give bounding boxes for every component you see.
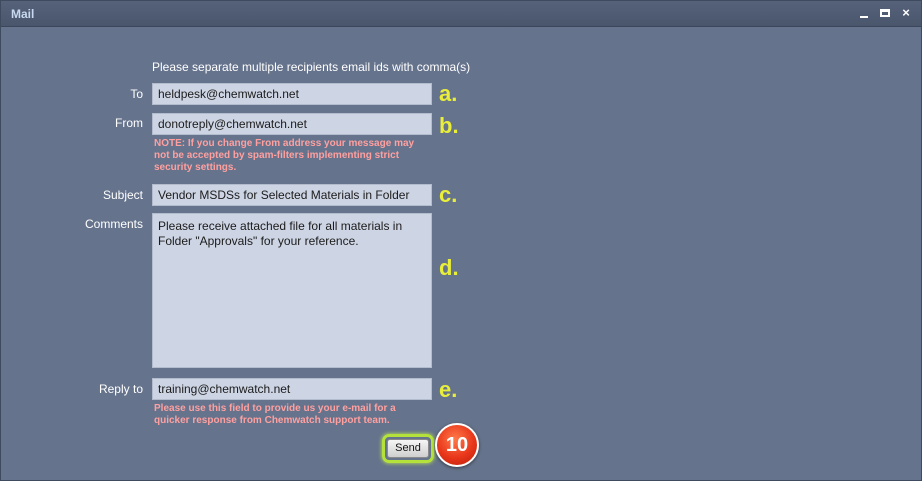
recipients-hint: Please separate multiple recipients emai… — [152, 60, 471, 74]
comments-label: Comments — [84, 217, 143, 231]
from-note-line: not be accepted by spam-filters implemen… — [154, 150, 400, 161]
marker-c: c. — [439, 182, 458, 207]
from-note-line: security settings. — [154, 162, 237, 173]
reply-to-field[interactable] — [152, 378, 432, 400]
send-highlight: Send — [382, 434, 434, 463]
send-button[interactable]: Send — [387, 439, 429, 458]
mail-window: Mail × Please separate multiple recipien… — [0, 0, 922, 481]
maximize-icon[interactable] — [877, 5, 893, 21]
step-badge: 10 — [435, 423, 479, 467]
subject-label: Subject — [102, 188, 143, 202]
reply-to-note-line: quicker response from Chemwatch support … — [154, 415, 390, 426]
to-label: To — [130, 87, 143, 101]
from-note-line: NOTE: If you change From address your me… — [154, 138, 415, 149]
title-bar[interactable]: Mail × — [1, 1, 921, 27]
minimize-icon[interactable] — [856, 5, 872, 21]
from-note: NOTE: If you change From address your me… — [154, 138, 439, 174]
close-icon[interactable]: × — [898, 5, 914, 21]
subject-field[interactable] — [152, 184, 432, 206]
to-field[interactable] — [152, 83, 432, 105]
marker-e: e. — [439, 377, 458, 402]
reply-to-label: Reply to — [98, 382, 143, 396]
comments-field[interactable] — [152, 213, 432, 368]
window-title: Mail — [11, 7, 35, 21]
marker-d: d. — [439, 255, 459, 280]
reply-to-note-line: Please use this field to provide us your… — [154, 403, 396, 414]
marker-b: b. — [439, 113, 459, 138]
marker-a: a. — [439, 81, 458, 106]
from-label: From — [115, 116, 143, 130]
from-field[interactable] — [152, 113, 432, 135]
reply-to-note: Please use this field to provide us your… — [154, 403, 439, 427]
